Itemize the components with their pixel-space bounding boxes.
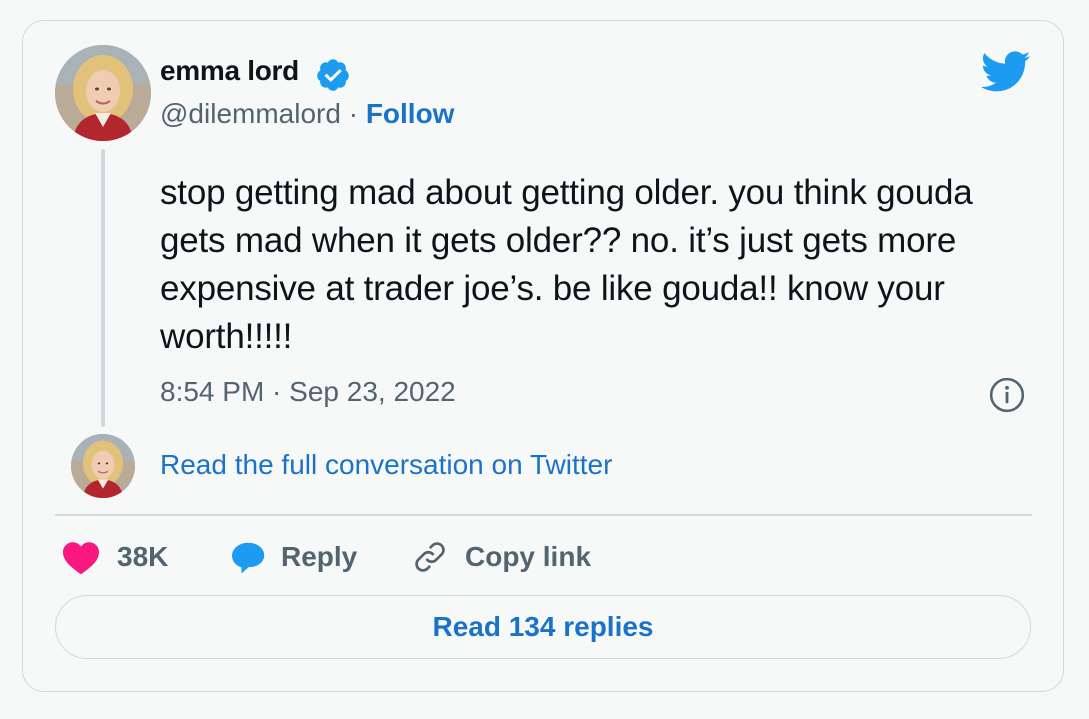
- follow-link[interactable]: Follow: [366, 98, 455, 129]
- reply-label: Reply: [281, 541, 358, 572]
- read-replies-button[interactable]: Read 134 replies: [55, 595, 1031, 659]
- twitter-bird-icon[interactable]: [981, 51, 1031, 93]
- reply-button[interactable]: Reply: [229, 537, 357, 577]
- handle-separator: ·: [340, 98, 366, 129]
- copy-link-button[interactable]: Copy link: [411, 537, 591, 577]
- info-icon[interactable]: [988, 376, 1026, 414]
- author-name[interactable]: emma lord: [160, 55, 299, 87]
- heart-icon: [63, 542, 99, 575]
- tweet-text: stop getting mad about getting older. yo…: [160, 173, 973, 356]
- author-avatar[interactable]: [55, 45, 151, 141]
- conversation-avatar[interactable]: [71, 434, 135, 498]
- author-handle[interactable]: @dilemmalord: [160, 98, 341, 129]
- read-full-conversation-link[interactable]: Read the full conversation on Twitter: [160, 449, 612, 481]
- link-chain-icon: [415, 542, 445, 572]
- tweet-timestamp[interactable]: 8:54 PM · Sep 23, 2022: [160, 376, 456, 408]
- like-count: 38K: [117, 541, 169, 572]
- author-handle-row: @dilemmalord · Follow: [160, 98, 454, 130]
- avatar-photo-small: [71, 434, 135, 498]
- like-button[interactable]: 38K: [61, 537, 168, 577]
- actions-divider: [55, 514, 1032, 516]
- verified-badge-icon: [317, 59, 349, 91]
- embedded-tweet-card: emma lord @dilemmalord · Follow stop get…: [22, 20, 1064, 692]
- avatar-photo: [55, 45, 151, 141]
- reply-bubble-icon: [232, 542, 265, 574]
- copy-link-label: Copy link: [465, 541, 592, 572]
- thread-connector-line: [101, 149, 105, 427]
